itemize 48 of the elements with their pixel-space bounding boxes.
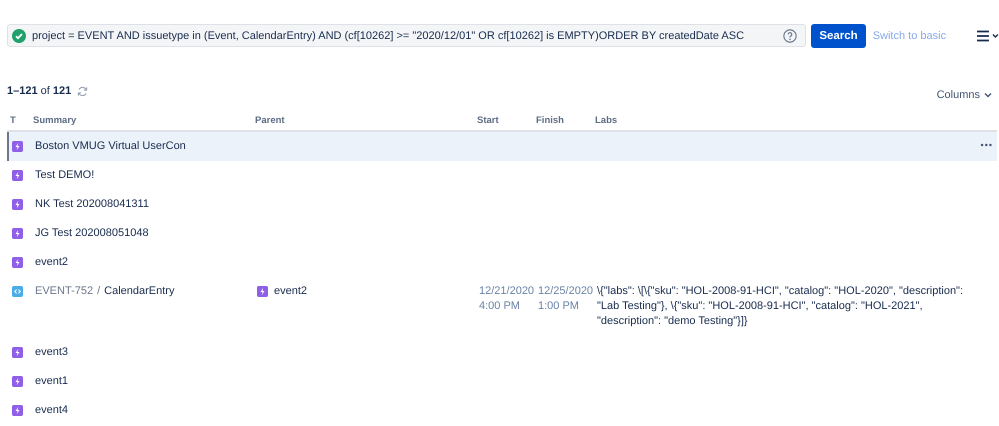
columns-button[interactable]: Columns	[936, 89, 992, 101]
labs-text: \{"labs": \[\{"sku": "HOL-2008-91-HCI", "catalog": "HOL-2020", "description": "Lab Testing"}, \{"sku": "HOL-2008-91-HCI", "catalog": "HOL-2021", "description": "demo Testing"}]}	[597, 284, 964, 329]
lightning-icon	[12, 257, 23, 268]
column-header[interactable]: Summary	[30, 115, 76, 126]
table-row[interactable]: event2	[7, 248, 997, 277]
refresh-icon[interactable]	[77, 86, 88, 96]
chevron-down-icon	[984, 92, 992, 98]
start-date: 12/21/2020 4:00 PM	[479, 284, 535, 314]
table-row[interactable]: Boston VMUG Virtual UserCon •••	[7, 132, 997, 161]
lightning-icon	[12, 347, 23, 358]
table-row[interactable]: NK Test 202008041311	[7, 190, 997, 219]
lightning-icon	[12, 170, 23, 181]
parent-link[interactable]: event2	[274, 285, 308, 297]
lightning-icon	[257, 286, 268, 297]
summary-link[interactable]: event2	[35, 256, 68, 268]
code-icon	[12, 286, 23, 297]
search-button[interactable]: Search	[811, 24, 866, 48]
more-actions-button[interactable]: •••	[980, 140, 993, 150]
column-header[interactable]: T	[7, 115, 16, 126]
summary-link[interactable]: CalendarEntry	[104, 285, 174, 297]
table-row[interactable]: event3	[7, 338, 997, 367]
summary-link[interactable]: event4	[35, 404, 68, 416]
column-header[interactable]: Start	[474, 115, 499, 126]
column-header[interactable]: Finish	[533, 115, 564, 126]
separator: /	[97, 285, 100, 297]
column-header[interactable]: Parent	[252, 115, 285, 126]
table-row[interactable]: Test DEMO!	[7, 161, 997, 190]
finish-date: 12/25/2020 1:00 PM	[538, 284, 594, 314]
column-header[interactable]: Labs	[592, 115, 618, 126]
help-icon[interactable]	[783, 28, 798, 42]
summary-link[interactable]: event3	[35, 346, 68, 358]
lightning-icon	[12, 228, 23, 239]
lightning-icon	[12, 405, 23, 416]
table-row[interactable]: event4	[7, 396, 997, 425]
table-row[interactable]: JG Test 202008051048	[7, 219, 997, 248]
query-field[interactable]: project = EVENT AND issuetype in (Event, CalendarEntry) AND (cf[10262] >= "2020/12/01" OR cf[10262] is EMPTY)ORDER BY createdDate ASC	[7, 24, 806, 47]
summary-link[interactable]: NK Test 202008041311	[35, 198, 149, 210]
lightning-icon	[12, 376, 23, 387]
summary-link[interactable]: JG Test 202008051048	[35, 227, 149, 239]
summary-link[interactable]: Test DEMO!	[35, 169, 94, 181]
summary-link[interactable]: event1	[35, 375, 68, 387]
summary-link[interactable]: Boston VMUG Virtual UserCon	[35, 140, 186, 152]
lightning-icon	[12, 199, 23, 210]
issue-key-link[interactable]: EVENT-752	[35, 285, 94, 297]
menu-icon[interactable]	[977, 30, 999, 42]
lightning-icon	[12, 141, 23, 152]
table-row[interactable]: event1	[7, 367, 997, 396]
result-count: 1–121 of 121	[7, 85, 72, 97]
